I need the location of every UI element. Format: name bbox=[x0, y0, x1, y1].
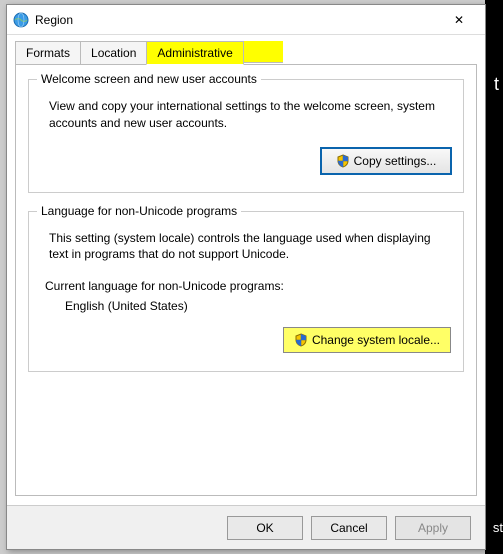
cancel-button[interactable]: Cancel bbox=[311, 516, 387, 540]
copy-settings-button[interactable]: Copy settings... bbox=[321, 148, 451, 174]
groupbox-welcome-screen: Welcome screen and new user accounts Vie… bbox=[28, 79, 464, 193]
copy-settings-label: Copy settings... bbox=[354, 154, 437, 168]
non-unicode-description: This setting (system locale) controls th… bbox=[49, 230, 451, 264]
close-button[interactable]: ✕ bbox=[439, 6, 479, 34]
shield-icon bbox=[294, 333, 308, 347]
tab-panel-administrative: Welcome screen and new user accounts Vie… bbox=[15, 64, 477, 496]
titlebar: Region ✕ bbox=[7, 5, 485, 35]
dialog-button-bar: OK Cancel Apply bbox=[7, 505, 485, 549]
current-language-value: English (United States) bbox=[65, 299, 451, 313]
groupbox-non-unicode: Language for non-Unicode programs This s… bbox=[28, 211, 464, 373]
group-legend-non-unicode: Language for non-Unicode programs bbox=[37, 204, 241, 218]
background-black-strip: t st bbox=[485, 0, 503, 554]
close-icon: ✕ bbox=[454, 13, 464, 27]
window-title: Region bbox=[35, 13, 439, 27]
change-system-locale-button[interactable]: Change system locale... bbox=[283, 327, 451, 353]
group-legend-welcome: Welcome screen and new user accounts bbox=[37, 72, 261, 86]
tab-administrative[interactable]: Administrative bbox=[146, 41, 243, 65]
current-language-label: Current language for non-Unicode program… bbox=[45, 279, 451, 293]
change-system-locale-label: Change system locale... bbox=[312, 333, 440, 347]
ok-button[interactable]: OK bbox=[227, 516, 303, 540]
region-dialog: Region ✕ Formats Location Administrative… bbox=[6, 4, 486, 550]
tab-highlight-extension bbox=[243, 41, 283, 63]
tab-formats[interactable]: Formats bbox=[15, 41, 81, 65]
tab-location[interactable]: Location bbox=[80, 41, 147, 65]
apply-button: Apply bbox=[395, 516, 471, 540]
welcome-description: View and copy your international setting… bbox=[49, 98, 451, 132]
globe-icon bbox=[13, 12, 29, 28]
tab-strip: Formats Location Administrative bbox=[7, 35, 485, 65]
shield-icon bbox=[336, 154, 350, 168]
